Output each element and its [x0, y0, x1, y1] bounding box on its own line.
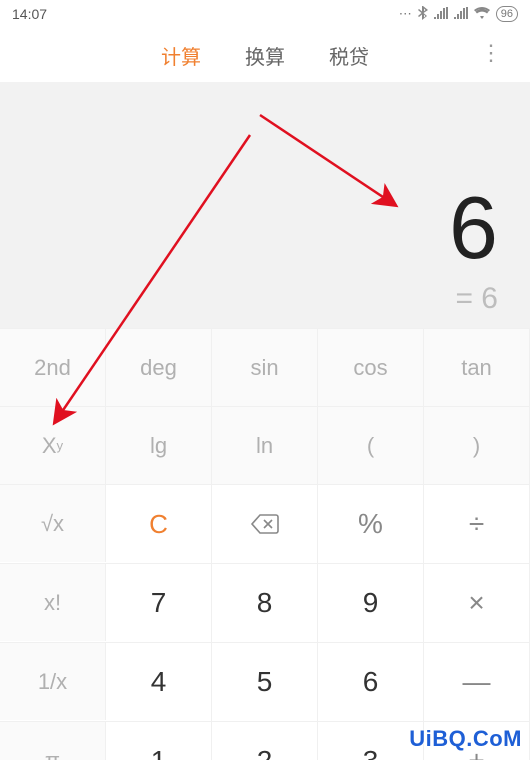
mode-tabs: 计算 换算 税贷 ⋮	[0, 28, 530, 82]
key-percent[interactable]: %	[318, 484, 424, 563]
key-8[interactable]: 8	[212, 563, 318, 642]
key-x-power-y[interactable]: Xy	[0, 406, 106, 484]
key-pi[interactable]: π	[0, 721, 106, 760]
key-tan[interactable]: tan	[424, 328, 530, 406]
key-clear[interactable]: C	[106, 484, 212, 563]
key-minus[interactable]: —	[424, 642, 530, 721]
signal-icon	[434, 7, 448, 22]
key-7[interactable]: 7	[106, 563, 212, 642]
expression-value: 6	[449, 184, 498, 272]
status-bar: 14:07 ⋯ 96	[0, 0, 530, 28]
key-deg[interactable]: deg	[106, 328, 212, 406]
key-lg[interactable]: lg	[106, 406, 212, 484]
status-time: 14:07	[12, 6, 47, 22]
key-2[interactable]: 2	[212, 721, 318, 760]
key-4[interactable]: 4	[106, 642, 212, 721]
key-2nd[interactable]: 2nd	[0, 328, 106, 406]
tab-calculate[interactable]: 计算	[161, 41, 201, 70]
battery-level: 96	[496, 6, 518, 22]
key-divide[interactable]: ÷	[424, 484, 530, 563]
key-6[interactable]: 6	[318, 642, 424, 721]
key-1[interactable]: 1	[106, 721, 212, 760]
key-backspace[interactable]	[212, 484, 318, 563]
wifi-icon	[474, 7, 490, 22]
key-lparen[interactable]: (	[318, 406, 424, 484]
tab-tax-loan[interactable]: 税贷	[329, 41, 369, 70]
signal-icon	[454, 7, 468, 22]
key-9[interactable]: 9	[318, 563, 424, 642]
bluetooth-icon	[418, 6, 428, 23]
key-ln[interactable]: ln	[212, 406, 318, 484]
watermark: UiBQ.CoM	[409, 726, 522, 752]
ellipsis-icon: ⋯	[399, 6, 412, 22]
key-reciprocal[interactable]: 1/x	[0, 642, 106, 720]
tab-convert[interactable]: 换算	[245, 41, 285, 70]
calculator-display: 6 = 6	[0, 82, 530, 328]
key-factorial[interactable]: x!	[0, 563, 106, 641]
key-sqrt[interactable]: √x	[0, 484, 106, 562]
key-sin[interactable]: sin	[212, 328, 318, 406]
key-5[interactable]: 5	[212, 642, 318, 721]
result-value: = 6	[455, 282, 498, 316]
status-icons: ⋯ 96	[399, 6, 518, 23]
more-menu-icon[interactable]: ⋮	[480, 42, 502, 64]
keypad: 2nd deg sin cos tan Xy lg ln ( ) √x C % …	[0, 328, 530, 760]
key-multiply[interactable]: ×	[424, 563, 530, 642]
key-rparen[interactable]: )	[424, 406, 530, 484]
key-cos[interactable]: cos	[318, 328, 424, 406]
